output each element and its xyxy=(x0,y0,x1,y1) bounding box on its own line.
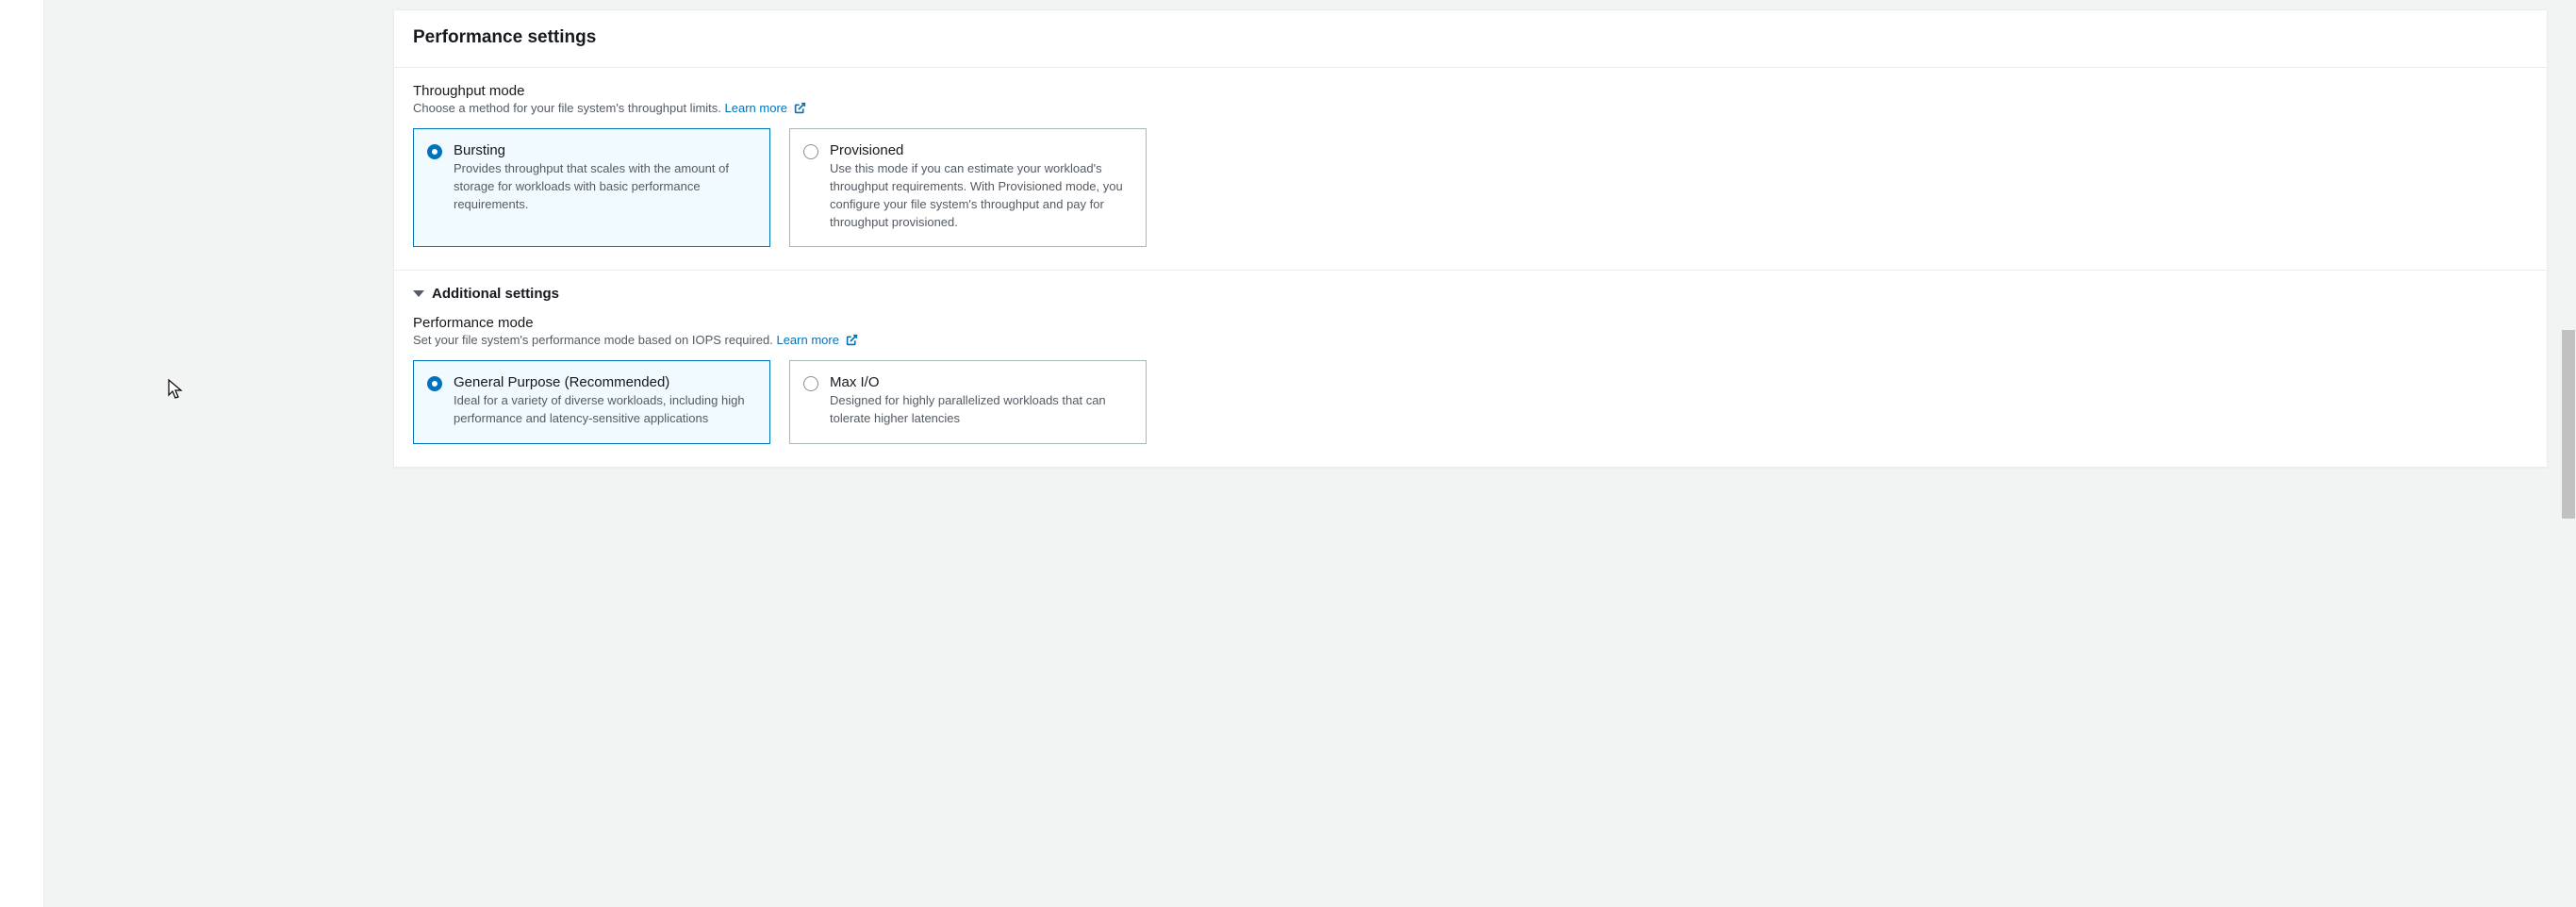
performance-option-max-io[interactable]: Max I/O Designed for highly parallelized… xyxy=(789,360,1147,444)
additional-settings-expander[interactable]: Additional settings xyxy=(413,286,2528,302)
radio-icon xyxy=(427,144,442,159)
external-link-icon xyxy=(794,102,806,117)
scrollbar-track[interactable] xyxy=(2561,0,2576,907)
card-header: Performance settings xyxy=(394,10,2547,68)
scrollbar-thumb[interactable] xyxy=(2562,330,2575,519)
card-title: Performance settings xyxy=(413,27,2528,48)
tile-desc: Use this mode if you can estimate your w… xyxy=(830,160,1131,231)
performance-option-general-purpose[interactable]: General Purpose (Recommended) Ideal for … xyxy=(413,360,770,444)
tile-desc: Designed for highly parallelized workloa… xyxy=(830,392,1131,428)
performance-learn-more-link[interactable]: Learn more xyxy=(776,333,857,347)
performance-tile-row: General Purpose (Recommended) Ideal for … xyxy=(413,360,2528,444)
performance-settings-card: Performance settings Throughput mode Cho… xyxy=(393,9,2548,468)
sidebar-spacer xyxy=(0,0,44,907)
expander-label: Additional settings xyxy=(432,286,559,302)
tile-title: Bursting xyxy=(454,142,754,158)
additional-section: Additional settings Performance mode Set… xyxy=(394,271,2547,467)
throughput-help: Choose a method for your file system's t… xyxy=(413,101,2528,117)
tile-desc: Ideal for a variety of diverse workloads… xyxy=(454,392,754,428)
throughput-option-bursting[interactable]: Bursting Provides throughput that scales… xyxy=(413,128,770,247)
tile-title: Max I/O xyxy=(830,374,1131,390)
throughput-option-provisioned[interactable]: Provisioned Use this mode if you can est… xyxy=(789,128,1147,247)
radio-icon xyxy=(803,144,818,159)
external-link-icon xyxy=(846,334,858,349)
throughput-label: Throughput mode xyxy=(413,83,2528,99)
performance-help: Set your file system's performance mode … xyxy=(413,333,2528,349)
tile-title: General Purpose (Recommended) xyxy=(454,374,754,390)
throughput-learn-more-link[interactable]: Learn more xyxy=(725,101,806,115)
tile-desc: Provides throughput that scales with the… xyxy=(454,160,754,214)
radio-icon xyxy=(427,376,442,391)
throughput-tile-row: Bursting Provides throughput that scales… xyxy=(413,128,2528,247)
performance-label: Performance mode xyxy=(413,315,2528,331)
content-area: Performance settings Throughput mode Cho… xyxy=(44,0,2576,907)
radio-icon xyxy=(803,376,818,391)
throughput-section: Throughput mode Choose a method for your… xyxy=(394,68,2547,271)
caret-down-icon xyxy=(413,290,424,297)
tile-title: Provisioned xyxy=(830,142,1131,158)
